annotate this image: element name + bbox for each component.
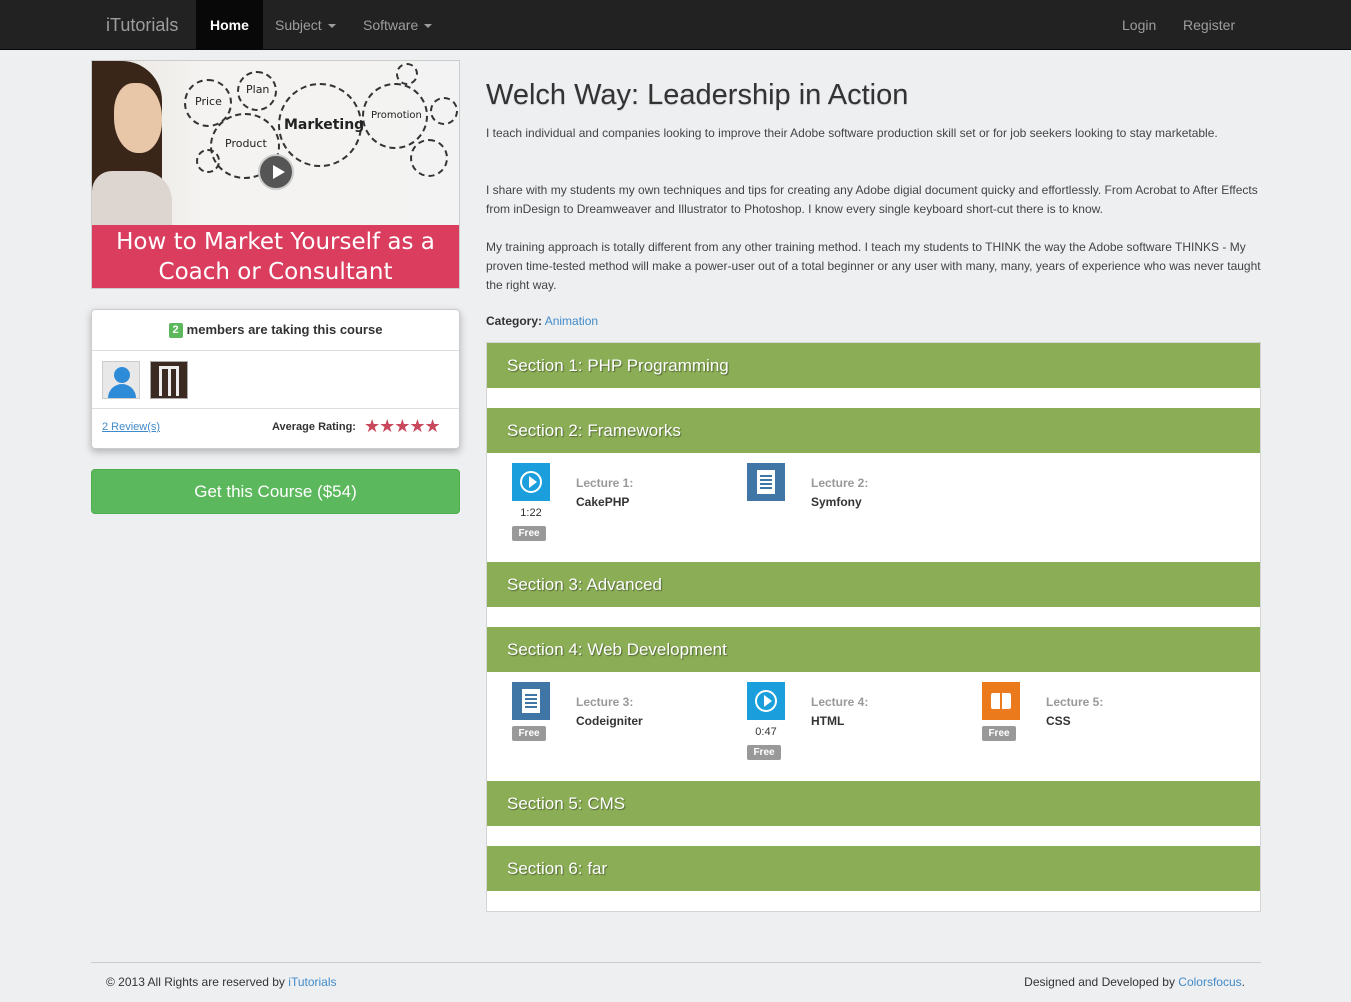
- gear-word: Marketing: [284, 117, 365, 133]
- gear-icon: [396, 63, 418, 85]
- brand-logo[interactable]: iTutorials: [106, 15, 178, 36]
- free-badge: Free: [512, 726, 546, 741]
- nav-software-label: Software: [363, 17, 419, 33]
- section-header[interactable]: Section 2: Frameworks: [487, 408, 1260, 453]
- video-banner: How to Market Yourself as a Coach or Con…: [92, 225, 459, 288]
- free-badge: Free: [982, 726, 1016, 741]
- rating-row: 2 Review(s) Average Rating: ★★★★★: [92, 409, 459, 448]
- video-photo: Price Plan Marketing Promotion Product: [92, 61, 459, 225]
- gear-icon: [196, 149, 220, 173]
- book-icon[interactable]: [982, 682, 1020, 720]
- free-badge: Free: [512, 526, 546, 541]
- lecture-item[interactable]: 1:22 Free Lecture 1: CakePHP: [512, 463, 742, 543]
- free-badge: Free: [747, 745, 781, 760]
- section-header[interactable]: Section 4: Web Development: [487, 627, 1260, 672]
- user-icon: [114, 367, 130, 383]
- course-description-paragraph: My training approach is totally differen…: [486, 240, 1261, 292]
- lecture-item[interactable]: 0:47 Free Lecture 4: HTML: [747, 682, 977, 762]
- lecture-name[interactable]: HTML: [811, 714, 844, 728]
- play-icon[interactable]: [258, 154, 294, 190]
- document-icon[interactable]: [512, 682, 550, 720]
- gear-word: Product: [225, 137, 267, 150]
- lecture-item[interactable]: Lecture 2: Symfony: [747, 463, 977, 543]
- footer-colorsfocus-link[interactable]: Colorsfocus: [1178, 975, 1241, 989]
- get-course-button[interactable]: Get this Course ($54): [91, 469, 460, 514]
- caret-down-icon: [327, 24, 336, 29]
- lecture-name[interactable]: Symfony: [811, 495, 862, 509]
- gear-word: Promotion: [371, 110, 422, 121]
- avatar-image: [159, 366, 179, 396]
- nav-login[interactable]: Login: [1108, 0, 1170, 50]
- course-description-paragraph: I share with my students my own techniqu…: [486, 183, 1258, 216]
- nav-software-dropdown[interactable]: Software: [349, 0, 446, 50]
- nav-subject-dropdown[interactable]: Subject: [261, 0, 350, 50]
- category-label: Category:: [486, 314, 543, 328]
- designed-suffix: .: [1241, 975, 1245, 989]
- section-header[interactable]: Section 6: far: [487, 846, 1260, 891]
- lecture-duration: 0:47: [755, 726, 777, 738]
- designed-by-text: Designed and Developed by: [1024, 975, 1175, 989]
- nav-subject-label: Subject: [275, 17, 322, 33]
- lecture-item[interactable]: Free Lecture 3: Codeigniter: [512, 682, 742, 762]
- lecture-number: Lecture 4:: [811, 695, 869, 709]
- lecture-number: Lecture 2:: [811, 476, 869, 490]
- video-icon[interactable]: [512, 463, 550, 501]
- nav-home[interactable]: Home: [196, 0, 263, 50]
- user-icon-body: [108, 384, 136, 398]
- lecture-name[interactable]: CSS: [1046, 714, 1071, 728]
- presenter-face: [114, 83, 162, 153]
- star-rating-icons: ★★★★★: [364, 416, 441, 436]
- gear-icon: [430, 97, 458, 125]
- section-header[interactable]: Section 1: PHP Programming: [487, 343, 1260, 388]
- category-link[interactable]: Animation: [545, 314, 598, 328]
- presenter-body: [92, 171, 172, 225]
- footer-divider: [91, 962, 1261, 963]
- lecture-duration: 1:22: [520, 507, 542, 519]
- footer-itutorials-link[interactable]: iTutorials: [288, 975, 336, 989]
- top-navbar: iTutorials Home Subject Software Login R…: [0, 0, 1351, 50]
- avatar[interactable]: [150, 361, 188, 399]
- document-icon[interactable]: [747, 463, 785, 501]
- video-icon[interactable]: [747, 682, 785, 720]
- section-header[interactable]: Section 5: CMS: [487, 781, 1260, 826]
- curriculum-panel: Section 1: PHP Programming Section 2: Fr…: [486, 342, 1261, 912]
- lecture-number: Lecture 1:: [576, 476, 634, 490]
- average-rating-label: Average Rating:: [272, 421, 356, 433]
- banner-line: Coach or Consultant: [158, 259, 393, 285]
- banner-line: How to Market Yourself as a: [116, 229, 435, 255]
- nav-register[interactable]: Register: [1169, 0, 1249, 50]
- members-panel: 2 members are taking this course 2 Review…: [91, 309, 460, 449]
- course-video-thumbnail[interactable]: Price Plan Marketing Promotion Product H…: [91, 60, 460, 289]
- lecture-name[interactable]: Codeigniter: [576, 714, 643, 728]
- caret-down-icon: [424, 24, 433, 29]
- lecture-number: Lecture 5:: [1046, 695, 1104, 709]
- footer-credits: Designed and Developed by Colorsfocus.: [1024, 975, 1245, 989]
- category-row: Category: Animation: [486, 314, 598, 328]
- lecture-name[interactable]: CakePHP: [576, 495, 629, 509]
- section-header[interactable]: Section 3: Advanced: [487, 562, 1260, 607]
- members-label: members are taking this course: [186, 322, 383, 337]
- members-count-badge: 2: [168, 323, 183, 338]
- lecture-number: Lecture 3:: [576, 695, 634, 709]
- copyright-text: © 2013 All Rights are reserved by: [106, 975, 285, 989]
- course-description-paragraph: I teach individual and companies looking…: [486, 126, 1218, 140]
- gear-word: Plan: [246, 83, 270, 96]
- lecture-item[interactable]: Free Lecture 5: CSS: [982, 682, 1212, 762]
- avatar[interactable]: [102, 361, 140, 399]
- members-header: 2 members are taking this course: [92, 310, 459, 351]
- gear-word: Price: [195, 95, 222, 108]
- course-title: Welch Way: Leadership in Action: [486, 79, 909, 111]
- footer-copyright: © 2013 All Rights are reserved by iTutor…: [106, 975, 337, 989]
- gear-icon: [410, 139, 448, 177]
- reviews-link[interactable]: 2 Review(s): [102, 421, 160, 433]
- member-avatars: [92, 351, 459, 409]
